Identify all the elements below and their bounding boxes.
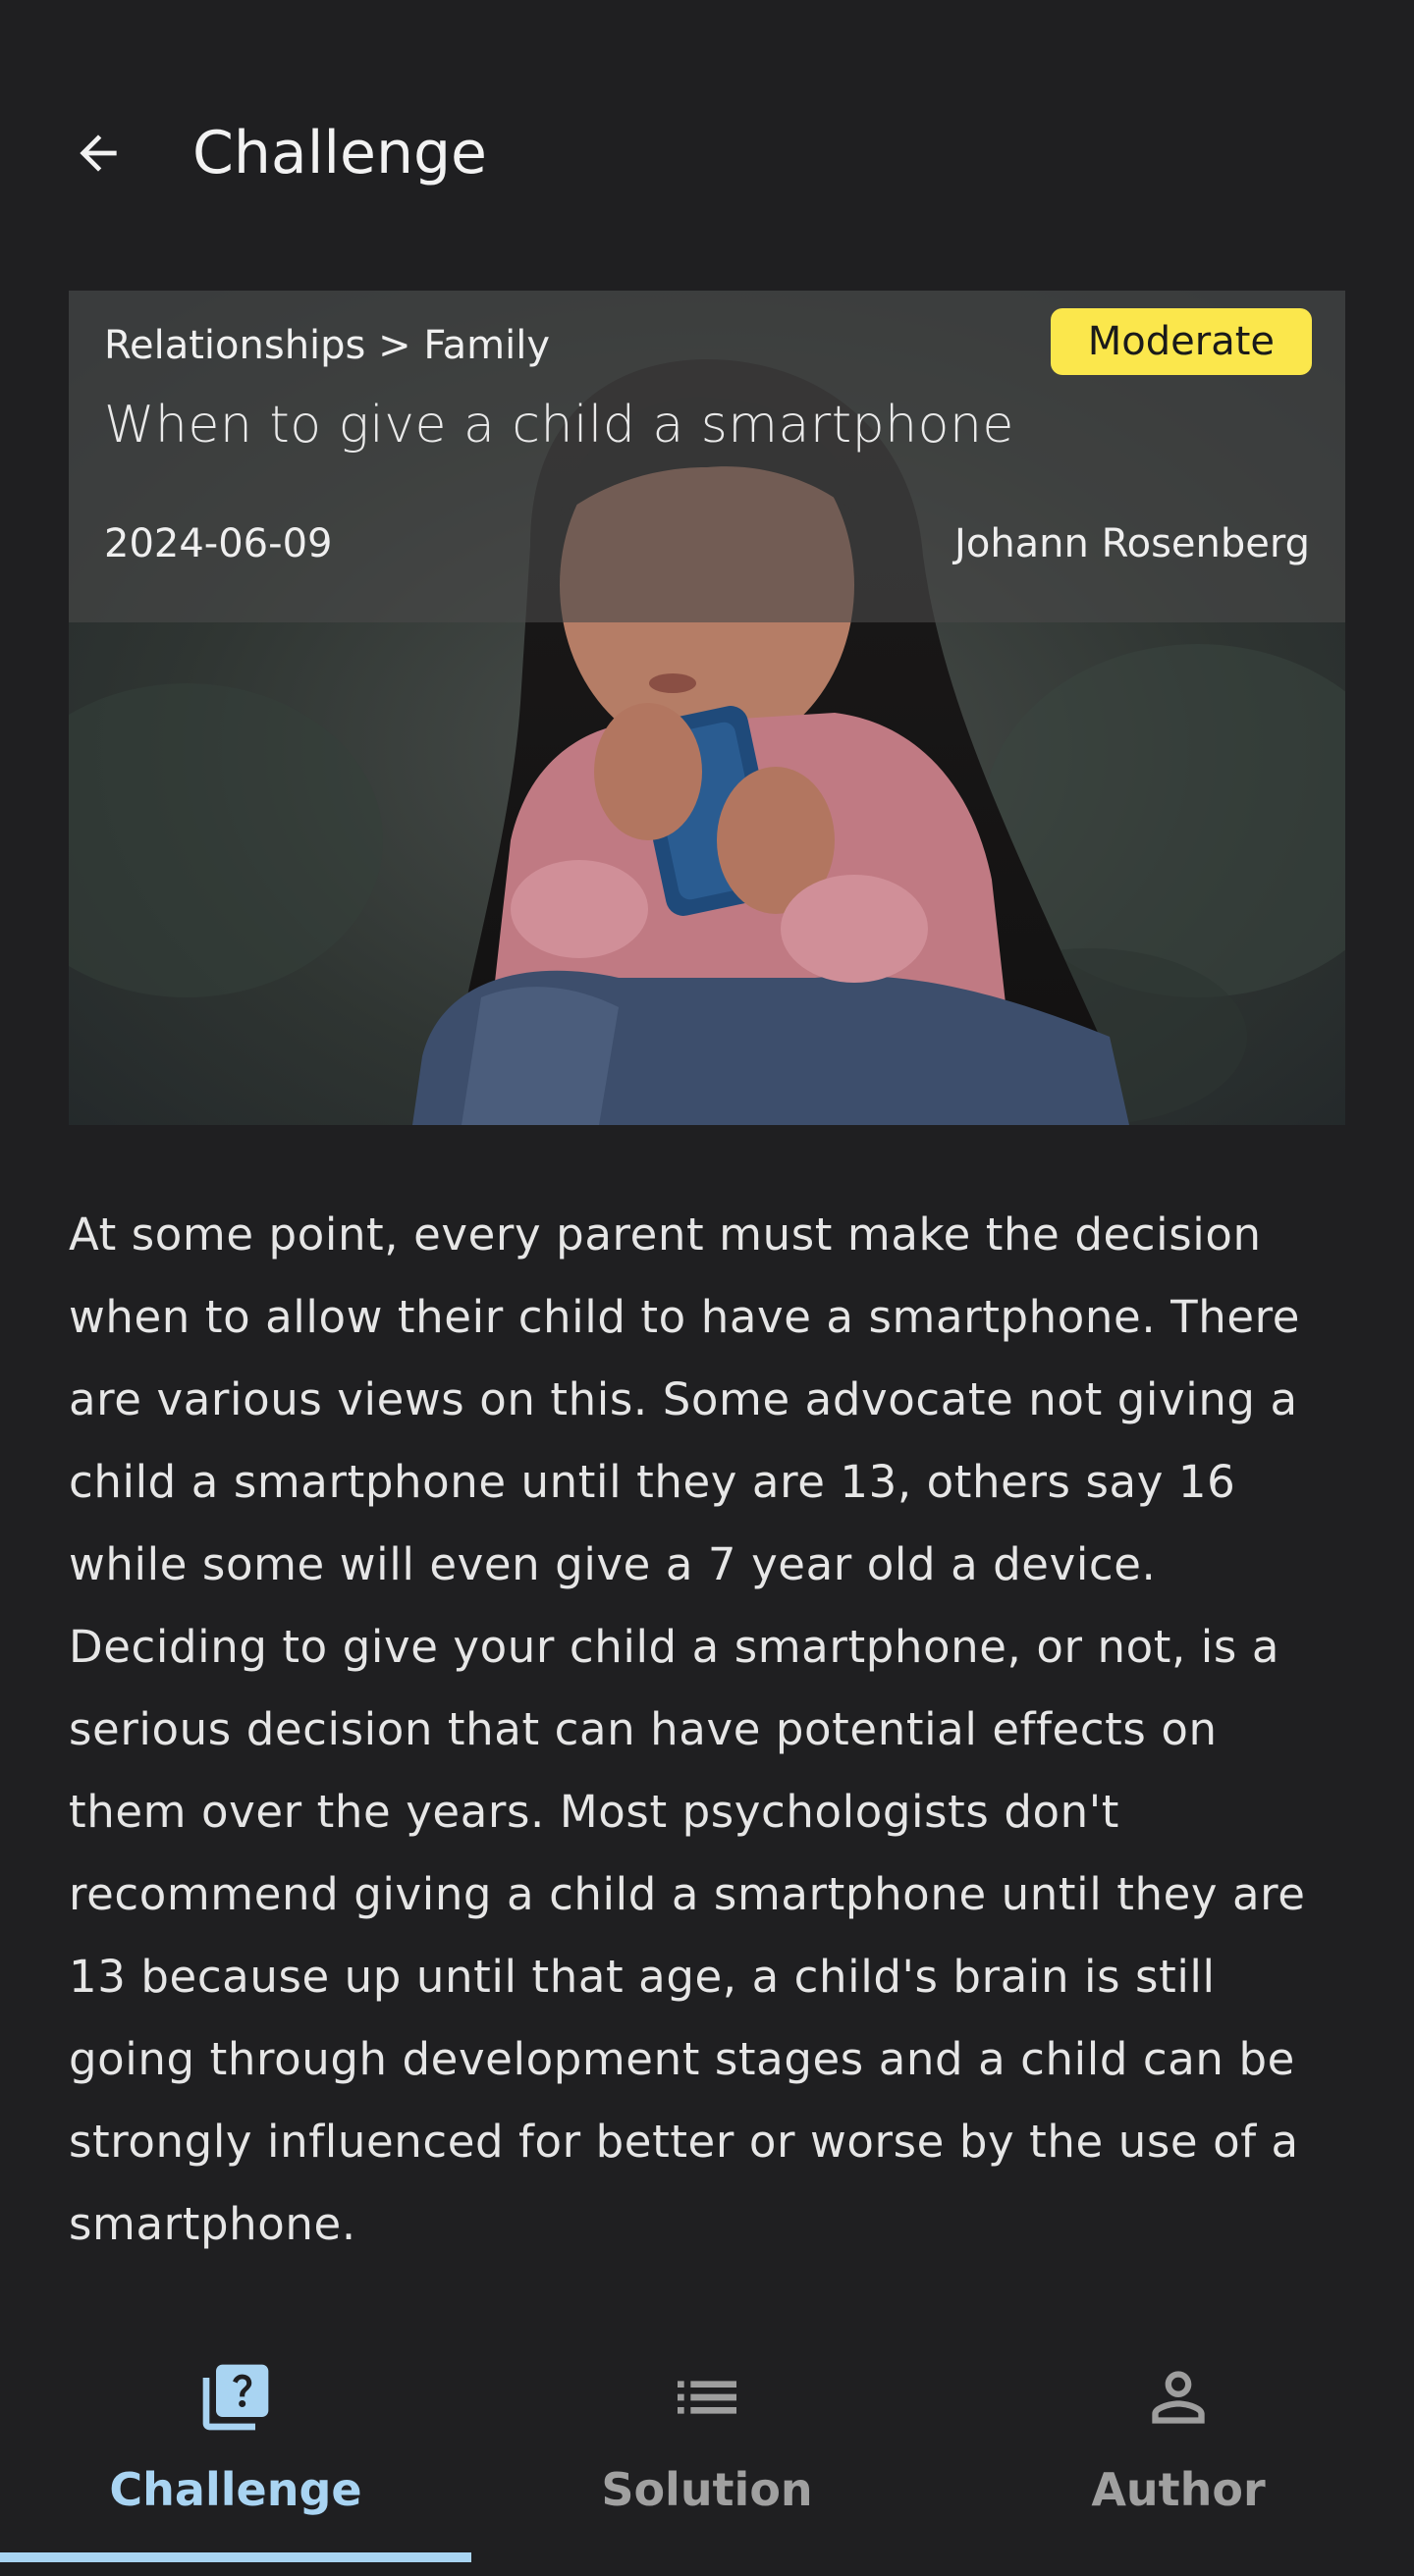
arrow-back-icon [80, 134, 117, 172]
challenge-title: When to give a child a smartphone [104, 396, 1014, 455]
quiz-icon [202, 2364, 269, 2431]
category-breadcrumb: Relationships > Family [104, 323, 551, 368]
difficulty-badge: Moderate [1050, 308, 1312, 375]
back-button[interactable] [51, 112, 145, 194]
person-icon [1152, 2371, 1205, 2424]
tab-author-label: Author [1091, 2463, 1266, 2516]
challenge-date: 2024-06-09 [104, 521, 333, 566]
challenge-author: Johann Rosenberg [954, 521, 1310, 566]
active-tab-indicator [0, 2552, 471, 2562]
tab-challenge[interactable]: Challenge [0, 2317, 471, 2552]
challenge-card[interactable]: Relationships > Family Moderate When to … [69, 291, 1345, 1125]
card-header-overlay: Relationships > Family Moderate When to … [69, 291, 1345, 622]
tab-solution-label: Solution [601, 2463, 813, 2516]
challenge-description: At some point, every parent must make th… [69, 1208, 1306, 2250]
tab-challenge-label: Challenge [109, 2463, 362, 2516]
bottom-navigation: Challenge Solution Author [0, 2317, 1414, 2576]
tab-solution[interactable]: Solution [471, 2317, 943, 2552]
top-app-bar: Challenge [0, 98, 1414, 208]
tab-author[interactable]: Author [943, 2317, 1414, 2552]
page-title: Challenge [192, 119, 487, 188]
list-icon [678, 2381, 736, 2414]
